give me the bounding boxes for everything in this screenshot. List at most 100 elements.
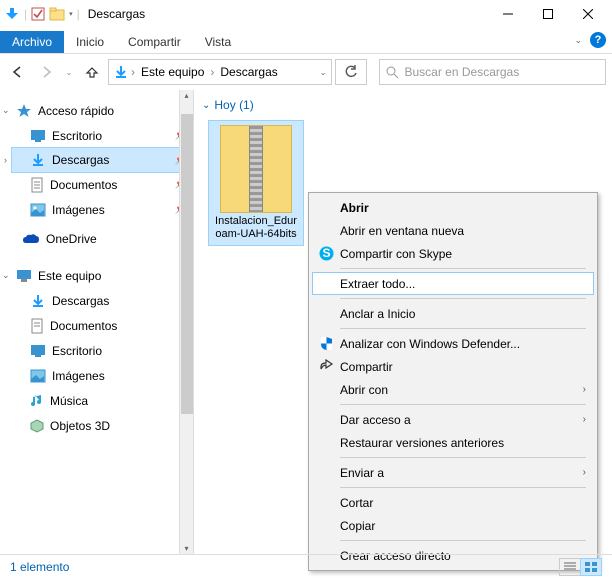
ctx-separator <box>340 487 586 488</box>
chevron-right-icon[interactable]: › <box>129 65 137 79</box>
nav-quick-access[interactable]: ⌄ Acceso rápido <box>12 98 191 123</box>
ctx-defender[interactable]: Analizar con Windows Defender... <box>312 332 594 355</box>
tab-compartir[interactable]: Compartir <box>116 31 193 53</box>
nav-item-escritorio[interactable]: Escritorio 📌 <box>12 123 191 148</box>
nav-label: Imágenes <box>52 369 187 383</box>
group-header[interactable]: ⌄ Hoy (1) <box>202 98 598 112</box>
close-button[interactable] <box>568 0 608 28</box>
nav-pc-descargas[interactable]: Descargas <box>12 288 191 313</box>
qat-dropdown[interactable]: ▾ <box>69 10 73 18</box>
nav-pc-musica[interactable]: Música <box>12 388 191 413</box>
nav-label: Este equipo <box>38 269 187 283</box>
navpane-scrollbar[interactable]: ▴ ▾ <box>179 90 193 554</box>
chevron-right-icon[interactable]: › <box>208 65 216 79</box>
objects3d-icon <box>30 419 44 433</box>
ctx-separator <box>340 298 586 299</box>
svg-text:S: S <box>322 246 330 260</box>
defender-icon <box>318 336 334 352</box>
context-menu: Abrir Abrir en ventana nueva S Compartir… <box>308 192 598 571</box>
nav-label: Imágenes <box>52 203 169 217</box>
tab-archivo[interactable]: Archivo <box>0 31 64 53</box>
nav-item-imagenes[interactable]: Imágenes 📌 <box>12 197 191 222</box>
chevron-right-icon[interactable]: › <box>4 155 7 165</box>
search-input[interactable]: Buscar en Descargas <box>379 59 607 85</box>
separator: | <box>77 7 80 21</box>
file-item[interactable]: Instalacion_Eduroam-UAH-64bits <box>208 120 304 246</box>
maximize-button[interactable] <box>528 0 568 28</box>
star-icon <box>16 103 32 119</box>
view-details-button[interactable] <box>559 558 581 576</box>
chevron-down-icon[interactable]: ⌄ <box>202 100 210 111</box>
window-title: Descargas <box>88 7 145 21</box>
file-label: Instalacion_Eduroam-UAH-64bits <box>213 215 299 241</box>
breadcrumb-item[interactable]: Este equipo <box>137 65 208 79</box>
nav-pc-escritorio[interactable]: Escritorio <box>12 338 191 363</box>
ribbon-expand-icon[interactable]: ⌄ <box>574 35 582 46</box>
nav-pc-imagenes[interactable]: Imágenes <box>12 363 191 388</box>
ctx-dar-acceso[interactable]: Dar acceso a› <box>312 408 594 431</box>
view-icons-button[interactable] <box>580 558 602 576</box>
nav-label: Documentos <box>50 178 169 192</box>
group-header-label: Hoy (1) <box>214 98 253 112</box>
chevron-down-icon[interactable]: ⌄ <box>2 105 10 116</box>
ctx-copiar[interactable]: Copiar <box>312 514 594 537</box>
pictures-icon <box>30 203 46 217</box>
qat-checkbox-icon[interactable] <box>31 7 45 21</box>
breadcrumb-item[interactable]: Descargas <box>216 65 281 79</box>
downloads-icon <box>30 293 46 309</box>
address-dropdown-icon[interactable]: ⌄ <box>320 68 327 77</box>
status-item-count: 1 elemento <box>10 560 69 574</box>
nav-item-documentos[interactable]: Documentos 📌 <box>12 172 191 197</box>
ctx-restaurar-versiones[interactable]: Restaurar versiones anteriores <box>312 431 594 454</box>
ctx-extraer-todo[interactable]: Extraer todo... <box>312 272 594 295</box>
ctx-abrir-ventana[interactable]: Abrir en ventana nueva <box>312 219 594 242</box>
separator: | <box>24 7 27 21</box>
refresh-button[interactable] <box>335 59 367 85</box>
nav-label: Descargas <box>52 153 169 167</box>
nav-up-button[interactable] <box>80 60 104 84</box>
tab-inicio[interactable]: Inicio <box>64 31 116 53</box>
ctx-compartir-skype[interactable]: S Compartir con Skype <box>312 242 594 265</box>
chevron-down-icon[interactable]: ⌄ <box>2 270 10 281</box>
nav-this-pc[interactable]: ⌄ Este equipo <box>12 263 191 288</box>
nav-pc-objetos3d[interactable]: Objetos 3D <box>12 413 191 438</box>
monitor-icon <box>16 269 32 283</box>
documents-icon <box>30 318 44 334</box>
nav-onedrive[interactable]: OneDrive <box>12 226 191 251</box>
ctx-abrir[interactable]: Abrir <box>312 196 594 219</box>
ctx-separator <box>340 404 586 405</box>
skype-icon: S <box>318 246 334 262</box>
ctx-separator <box>340 328 586 329</box>
help-icon[interactable]: ? <box>590 32 606 48</box>
share-icon <box>318 359 334 375</box>
address-bar[interactable]: › Este equipo › Descargas ⌄ <box>108 59 332 85</box>
scrollbar-thumb[interactable] <box>181 114 193 414</box>
nav-label: Acceso rápido <box>38 104 187 118</box>
music-icon <box>30 393 44 409</box>
tab-vista[interactable]: Vista <box>193 31 243 53</box>
ctx-cortar[interactable]: Cortar <box>312 491 594 514</box>
nav-item-descargas[interactable]: › Descargas 📌 <box>11 147 192 173</box>
search-icon <box>386 66 399 79</box>
nav-recent-dropdown[interactable]: ⌄ <box>62 60 76 84</box>
ctx-enviar-a[interactable]: Enviar a› <box>312 461 594 484</box>
nav-forward-button[interactable] <box>34 60 58 84</box>
status-bar: 1 elemento <box>0 554 612 578</box>
nav-label: Escritorio <box>52 129 169 143</box>
ctx-compartir[interactable]: Compartir <box>312 355 594 378</box>
ctx-separator <box>340 268 586 269</box>
nav-pc-documentos[interactable]: Documentos <box>12 313 191 338</box>
onedrive-icon <box>22 233 40 245</box>
qat-folder-icon[interactable] <box>49 7 65 21</box>
desktop-icon <box>30 129 46 143</box>
ctx-abrir-con[interactable]: Abrir con› <box>312 378 594 401</box>
nav-back-button[interactable] <box>6 60 30 84</box>
minimize-button[interactable] <box>488 0 528 28</box>
ctx-separator <box>340 540 586 541</box>
navigation-pane: ⌄ Acceso rápido Escritorio 📌 › Descargas… <box>0 90 194 554</box>
app-icon <box>4 6 20 22</box>
chevron-right-icon: › <box>583 384 586 395</box>
desktop-icon <box>30 344 46 358</box>
documents-icon <box>30 177 44 193</box>
ctx-anclar-inicio[interactable]: Anclar a Inicio <box>312 302 594 325</box>
